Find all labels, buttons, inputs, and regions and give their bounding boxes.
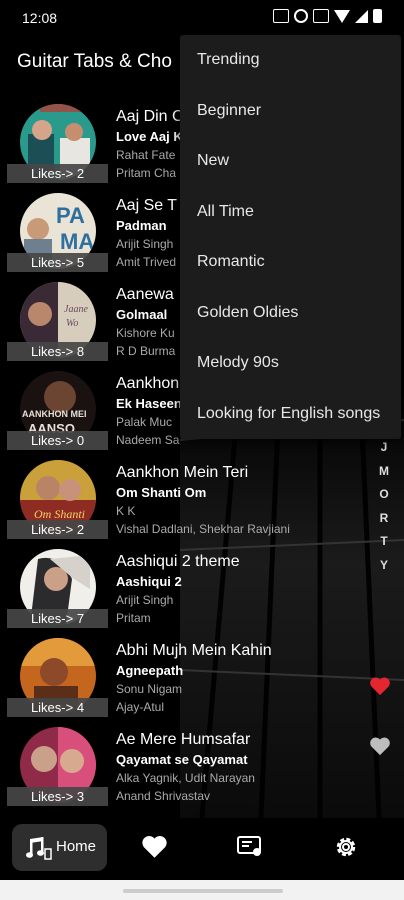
svg-text:MA: MA	[60, 229, 94, 254]
svg-text:Om Shanti: Om Shanti	[34, 507, 85, 521]
wifi-icon	[334, 9, 350, 23]
likes-badge: Likes-> 0	[7, 431, 108, 450]
song-singer: Rahat Fate	[116, 148, 176, 162]
status-icons	[273, 9, 382, 23]
song-music-director: Vishal Dadlani, Shekhar Ravjiani	[116, 522, 290, 536]
song-album: Padman	[116, 218, 167, 233]
favorite-heart-icon[interactable]	[369, 736, 391, 756]
song-album: Agneepath	[116, 663, 184, 678]
menu-item-all-time[interactable]: All Time	[180, 187, 401, 237]
favorite-heart-icon[interactable]	[369, 676, 391, 696]
alpha-index-letter[interactable]: R	[376, 511, 392, 535]
song-item[interactable]: Likes-> 4 Abhi Mujh Mein Kahin Agneepath…	[0, 630, 404, 719]
song-music-director: Pritam	[116, 611, 151, 625]
menu-item-new[interactable]: New	[180, 136, 401, 186]
app-title: Guitar Tabs & Cho	[17, 51, 172, 72]
song-title: Abhi Mujh Mein Kahin	[116, 642, 272, 659]
menu-item-golden-oldies[interactable]: Golden Oldies	[180, 288, 401, 338]
alpha-index-letter[interactable]: T	[376, 534, 392, 558]
svg-text:PA: PA	[56, 203, 85, 228]
vpn-box-icon	[273, 9, 289, 23]
battery-icon	[373, 9, 382, 23]
song-item[interactable]: Likes-> 3 Ae Mere Humsafar Qayamat se Qa…	[0, 719, 404, 808]
likes-badge: Likes-> 7	[7, 609, 108, 628]
song-item[interactable]: Om Shanti Likes-> 2 Aankhon Mein Teri Om…	[0, 452, 404, 541]
song-music-director: Ajay-Atul	[116, 700, 165, 714]
song-music-director: R D Burma	[116, 344, 176, 358]
alpha-index-letter[interactable]: O	[376, 487, 392, 511]
svg-text:Jaane: Jaane	[64, 304, 88, 315]
likes-badge: Likes-> 5	[7, 253, 108, 272]
song-item[interactable]: Likes-> 7 Aashiqui 2 theme Aashiqui 2 Ar…	[0, 541, 404, 630]
song-singer: Sonu Nigam	[116, 682, 183, 696]
alpha-index-letter[interactable]: M	[376, 464, 392, 488]
song-title: Aankhon Mein Teri	[116, 464, 249, 481]
likes-badge: Likes-> 4	[7, 698, 108, 717]
song-album: Love Aaj K	[116, 129, 183, 144]
alpha-index-letter[interactable]: J	[376, 440, 392, 464]
message-icon	[313, 9, 329, 23]
song-title: Aaj Din C	[116, 108, 184, 125]
song-music-director: Pritam Cha	[116, 166, 177, 180]
menu-item-beginner[interactable]: Beginner	[180, 86, 401, 136]
song-music-director: Amit Trived	[116, 255, 177, 269]
song-title: Aankhon	[116, 375, 180, 392]
song-music-director: Nadeem Sa	[116, 433, 180, 447]
status-bar: 12:08	[0, 0, 404, 34]
nav-home-button[interactable]: Home	[12, 824, 107, 871]
status-time: 12:08	[22, 10, 58, 26]
song-title: Aaj Se T	[116, 197, 178, 214]
nav-settings-gear-icon[interactable]	[333, 834, 359, 860]
song-singer: Arijit Singh	[116, 237, 174, 251]
song-singer: Arijit Singh	[116, 593, 174, 607]
nav-favorites-heart-icon[interactable]	[141, 834, 168, 859]
alphabet-index[interactable]: J M O R T Y	[376, 440, 392, 581]
nav-home-label: Home	[56, 838, 97, 855]
song-title: Ae Mere Humsafar	[116, 731, 251, 748]
menu-item-english-songs[interactable]: Looking for English songs	[180, 389, 401, 439]
menu-item-trending[interactable]: Trending	[180, 35, 401, 85]
gesture-handle[interactable]	[123, 889, 283, 893]
likes-badge: Likes-> 2	[7, 520, 108, 539]
song-singer: Kishore Ku	[116, 326, 175, 340]
alarm-icon	[294, 9, 308, 23]
song-singer: Alka Yagnik, Udit Narayan	[116, 771, 255, 785]
music-notes-icon	[26, 837, 52, 860]
song-title: Aashiqui 2 theme	[116, 553, 240, 570]
filter-dropdown-menu: Trending Beginner New All Time Romantic …	[180, 35, 401, 439]
svg-text:AANKHON MEI: AANKHON MEI	[22, 409, 87, 419]
likes-badge: Likes-> 8	[7, 342, 108, 361]
song-singer: Palak Muc	[116, 415, 173, 429]
bottom-navigation: Home	[0, 818, 404, 878]
song-singer: K K	[116, 504, 136, 518]
menu-item-melody-90s[interactable]: Melody 90s	[180, 338, 401, 388]
likes-badge: Likes-> 2	[7, 164, 108, 183]
signal-icon	[355, 9, 368, 23]
nav-video-settings-icon[interactable]	[237, 834, 263, 858]
song-album: Golmaal	[116, 307, 168, 322]
alpha-index-letter[interactable]: Y	[376, 558, 392, 582]
svg-text:Wo: Wo	[66, 318, 78, 329]
menu-item-romantic[interactable]: Romantic	[180, 237, 401, 287]
song-album: Om Shanti Om	[116, 485, 207, 500]
song-album: Ek Haseen	[116, 396, 182, 411]
song-music-director: Anand Shrivastav	[116, 789, 211, 803]
song-album: Qayamat se Qayamat	[116, 752, 248, 767]
song-album: Aashiqui 2	[116, 574, 182, 589]
song-title: Aanewa	[116, 286, 174, 303]
likes-badge: Likes-> 3	[7, 787, 108, 806]
